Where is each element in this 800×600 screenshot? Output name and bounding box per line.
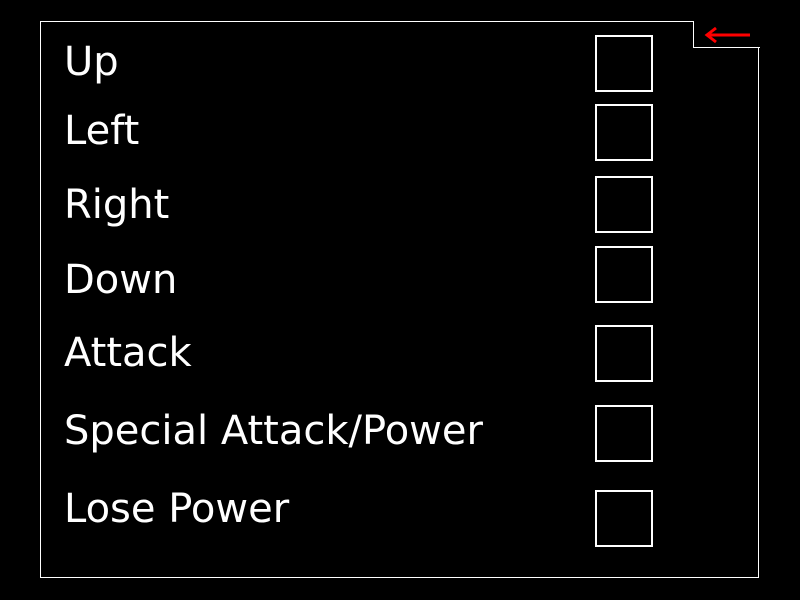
key-binding-up[interactable] xyxy=(595,35,653,92)
control-label-up: Up xyxy=(64,39,119,85)
control-label-down: Down xyxy=(64,257,178,303)
control-label-right: Right xyxy=(64,182,170,228)
control-label-attack: Attack xyxy=(64,330,192,376)
key-binding-attack[interactable] xyxy=(595,325,653,382)
key-binding-left[interactable] xyxy=(595,104,653,161)
control-label-lose-power: Lose Power xyxy=(64,486,290,532)
key-binding-right[interactable] xyxy=(595,176,653,233)
key-binding-special-attack[interactable] xyxy=(595,405,653,462)
back-button[interactable] xyxy=(693,21,760,48)
control-label-special-attack: Special Attack/Power xyxy=(64,408,483,454)
key-binding-down[interactable] xyxy=(595,246,653,303)
control-label-left: Left xyxy=(64,108,140,154)
key-binding-lose-power[interactable] xyxy=(595,490,653,547)
